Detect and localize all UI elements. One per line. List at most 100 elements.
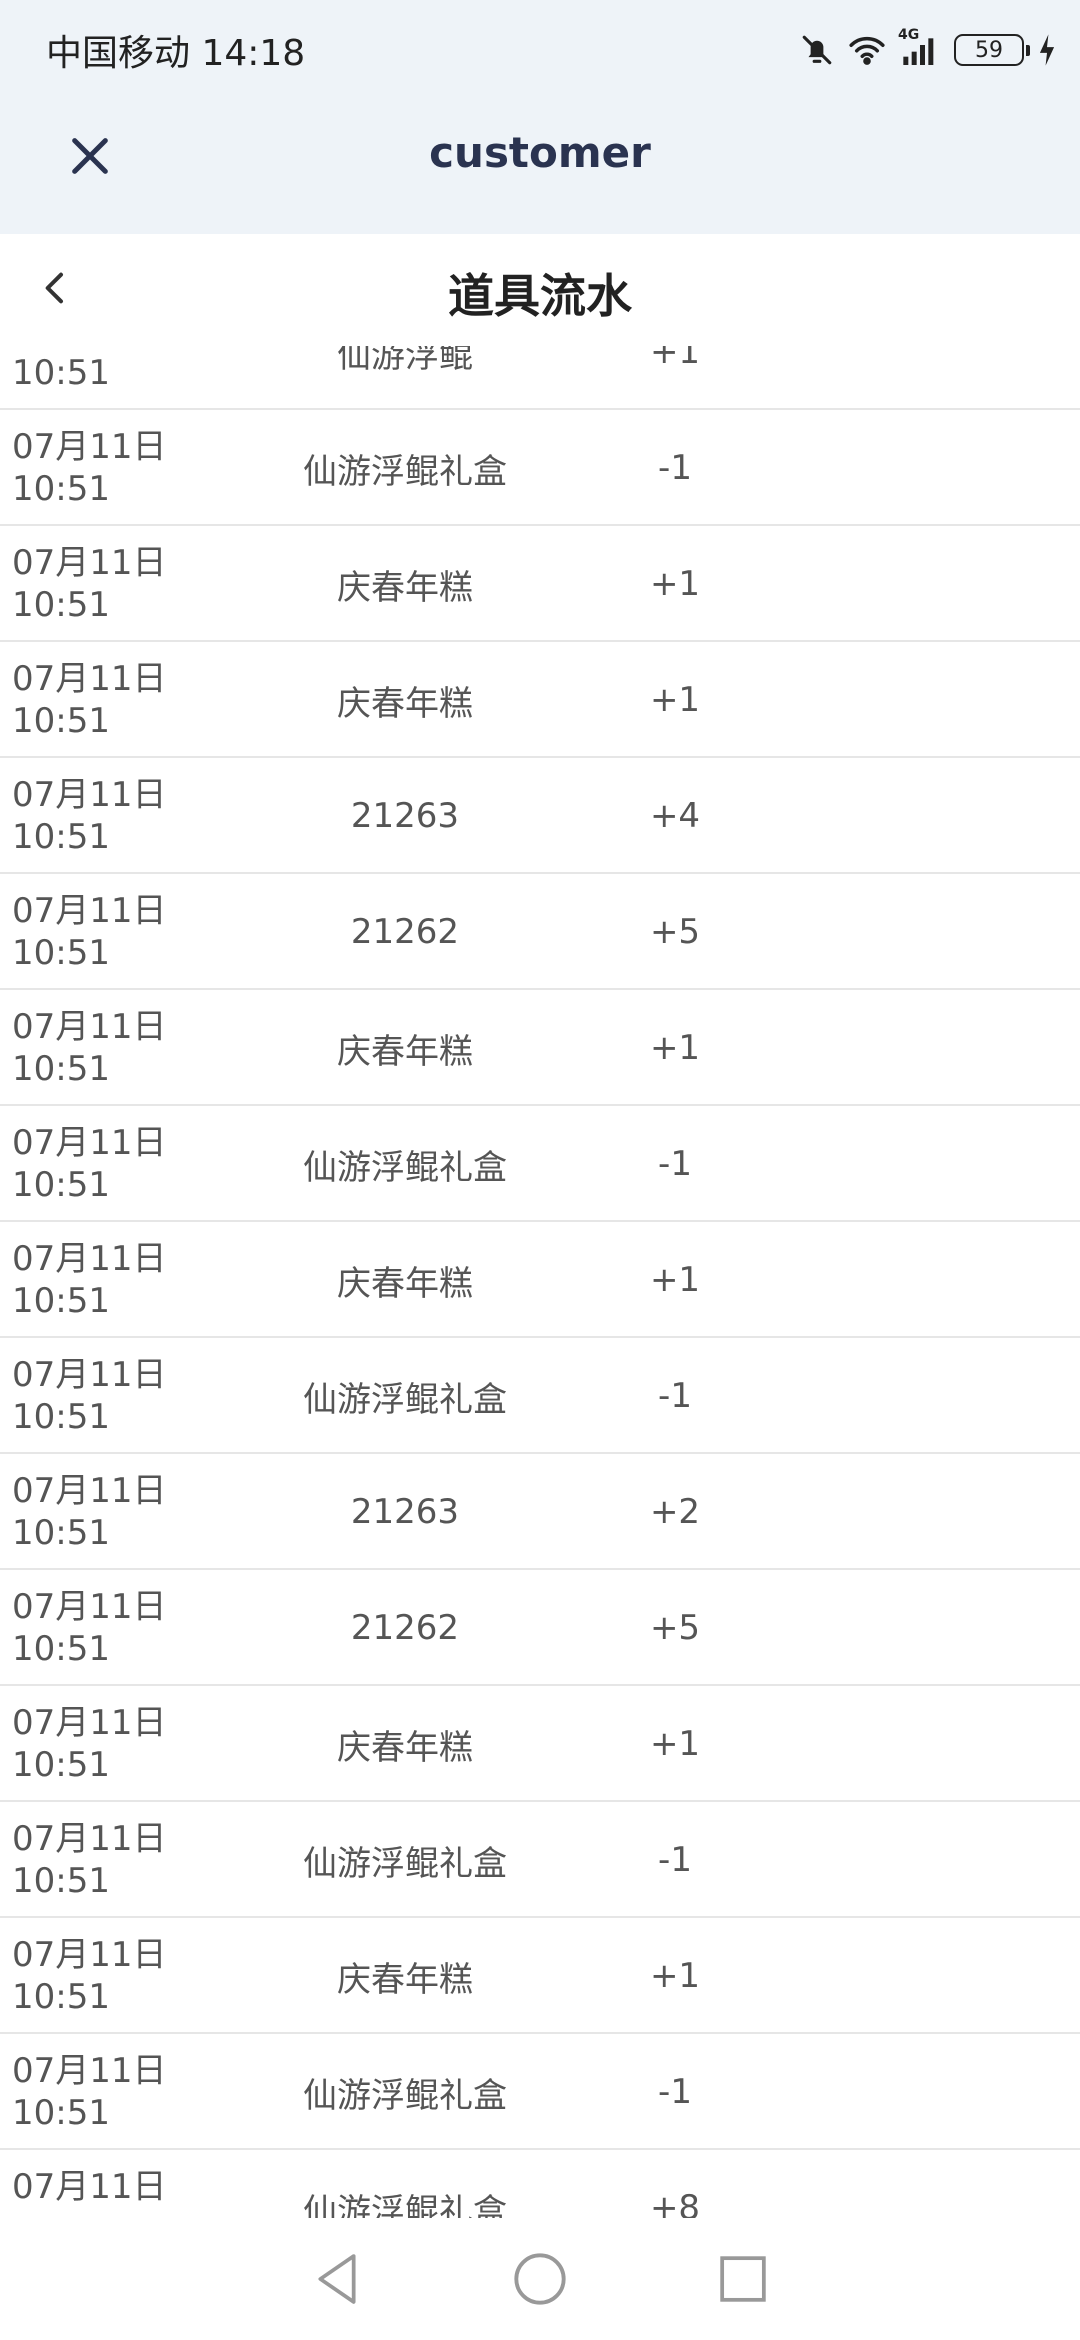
row-date: 07月11日 [12,1819,167,1859]
row-item-name: 庆春年糕 [337,1263,473,1304]
table-row: 07月11日 10:51 21263 +2 [0,1454,1080,1570]
row-timestamp: 07月11日 [12,2166,262,2208]
row-item-name: 仙游浮鲲 [337,346,473,376]
row-clock: 10:51 [12,353,110,393]
row-quantity-change: +5 [649,912,701,952]
row-item-name: 21262 [350,912,460,952]
app-title: customer [429,128,651,177]
row-item-name: 庆春年糕 [337,683,473,724]
nav-recents-icon[interactable] [718,2254,768,2304]
row-quantity-change: -1 [658,2072,692,2112]
row-item-name: 仙游浮鲲礼盒 [303,1147,507,1188]
row-item-name: 仙游浮鲲礼盒 [303,451,507,492]
row-timestamp: 07月11日 10:51 [12,1238,262,1322]
table-row: 07月11日 10:51 仙游浮鲲礼盒 -1 [0,1106,1080,1222]
table-row: 07月11日 10:51 仙游浮鲲礼盒 -1 [0,1802,1080,1918]
row-quantity-change: +1 [649,1260,701,1300]
row-clock: 10:51 [12,1049,110,1089]
row-date: 07月11日 [12,775,167,815]
row-quantity-change: +2 [649,1492,701,1532]
nav-back-icon[interactable] [312,2251,362,2307]
row-quantity-change: +4 [649,796,701,836]
transaction-list-content: 10:51 仙游浮鲲 +1 07月11日 10:51 仙游浮鲲礼盒 -1 07月11日 10:5… [0,346,1080,2218]
row-quantity-change: +1 [649,564,701,604]
row-clock: 10:51 [12,1513,110,1553]
row-item-name: 21263 [350,796,460,836]
row-date: 07月11日 [12,427,167,467]
row-clock: 10:51 [12,1629,110,1669]
battery-level: 59 [975,37,1003,63]
row-quantity-change: +1 [649,1724,701,1764]
row-clock: 10:51 [12,1861,110,1901]
row-timestamp: 07月11日 10:51 [12,1934,262,2018]
row-clock: 10:51 [12,1977,110,2017]
table-row: 07月11日 10:51 庆春年糕 +1 [0,1222,1080,1338]
status-icons: 4G 59 [800,27,1056,67]
row-clock: 10:51 [12,1397,110,1437]
row-date: 07月11日 [12,1587,167,1627]
wifi-icon [848,33,886,67]
table-row: 07月11日仙游浮鲲礼盒 +8 [0,2150,1080,2218]
table-row: 07月11日 10:51 21262 +5 [0,874,1080,990]
row-item-name: 21263 [350,1492,460,1532]
row-item-name: 仙游浮鲲礼盒 [303,2075,507,2116]
row-item-name: 仙游浮鲲礼盒 [303,2191,507,2219]
row-quantity-change: +8 [649,2188,701,2218]
row-date: 07月11日 [12,2051,167,2091]
row-timestamp: 07月11日 10:51 [12,426,262,510]
cellular-signal-icon: 4G [898,27,940,67]
row-timestamp: 07月11日 10:51 [12,1470,262,1554]
row-date: 07月11日 [12,891,167,931]
row-clock: 10:51 [12,469,110,509]
table-row: 07月11日 10:51 21262 +5 [0,1570,1080,1686]
row-item-name: 庆春年糕 [337,1031,473,1072]
row-clock: 10:51 [12,817,110,857]
row-timestamp: 07月11日 10:51 [12,658,262,742]
table-row: 07月11日 10:51 庆春年糕 +1 [0,1918,1080,2034]
row-date: 07月11日 [12,659,167,699]
row-timestamp: 07月11日 10:51 [12,542,262,626]
row-item-name: 庆春年糕 [337,1727,473,1768]
row-date: 07月11日 [12,1007,167,1047]
row-item-name: 庆春年糕 [337,1959,473,2000]
row-quantity-change: -1 [658,1376,692,1416]
row-date: 07月11日 [12,1123,167,1163]
row-clock: 10:51 [12,933,110,973]
row-clock: 10:51 [12,1281,110,1321]
system-nav-bar [0,2218,1080,2340]
row-date: 07月11日 [12,1355,167,1395]
table-row: 07月11日 10:51 庆春年糕 +1 [0,1686,1080,1802]
table-row: 07月11日 10:51 庆春年糕 +1 [0,642,1080,758]
row-clock: 10:51 [12,1165,110,1205]
page-header: 道具流水 [0,234,1080,346]
row-date: 07月11日 [12,1471,167,1511]
charging-bolt-icon [1038,33,1056,67]
status-bar: 中国移动 14:18 4G 59 [0,0,1080,100]
row-date: 07月11日 [12,543,167,583]
row-timestamp: 07月11日 10:51 [12,1354,262,1438]
row-timestamp: 07月11日 10:51 [12,890,262,974]
table-row: 07月11日 10:51 21263 +4 [0,758,1080,874]
table-row: 07月11日 10:51 庆春年糕 +1 [0,526,1080,642]
row-item-name: 庆春年糕 [337,567,473,608]
row-date: 07月11日 [12,2167,167,2207]
status-carrier-time: 中国移动 14:18 [46,33,306,74]
row-timestamp: 07月11日 10:51 [12,1122,262,1206]
row-item-name: 仙游浮鲲礼盒 [303,1843,507,1884]
transaction-list[interactable]: 10:51 仙游浮鲲 +1 07月11日 10:51 仙游浮鲲礼盒 -1 07月11日 10:5… [0,346,1080,2218]
row-quantity-change: -1 [658,1840,692,1880]
row-quantity-change: +5 [649,1608,701,1648]
nav-home-icon[interactable] [512,2251,568,2307]
table-row: 07月11日 10:51 庆春年糕 +1 [0,990,1080,1106]
row-clock: 10:51 [12,585,110,625]
page-title: 道具流水 [448,269,632,323]
bell-off-icon [800,33,834,67]
row-item-name: 21262 [350,1608,460,1648]
row-quantity-change: +1 [649,680,701,720]
network-type: 4G [898,27,920,43]
row-quantity-change: +1 [649,346,701,372]
row-quantity-change: +1 [649,1956,701,1996]
table-row: 10:51 仙游浮鲲 +1 [0,346,1080,410]
app-header: customer [0,100,1080,234]
row-timestamp: 07月11日 10:51 [12,1586,262,1670]
